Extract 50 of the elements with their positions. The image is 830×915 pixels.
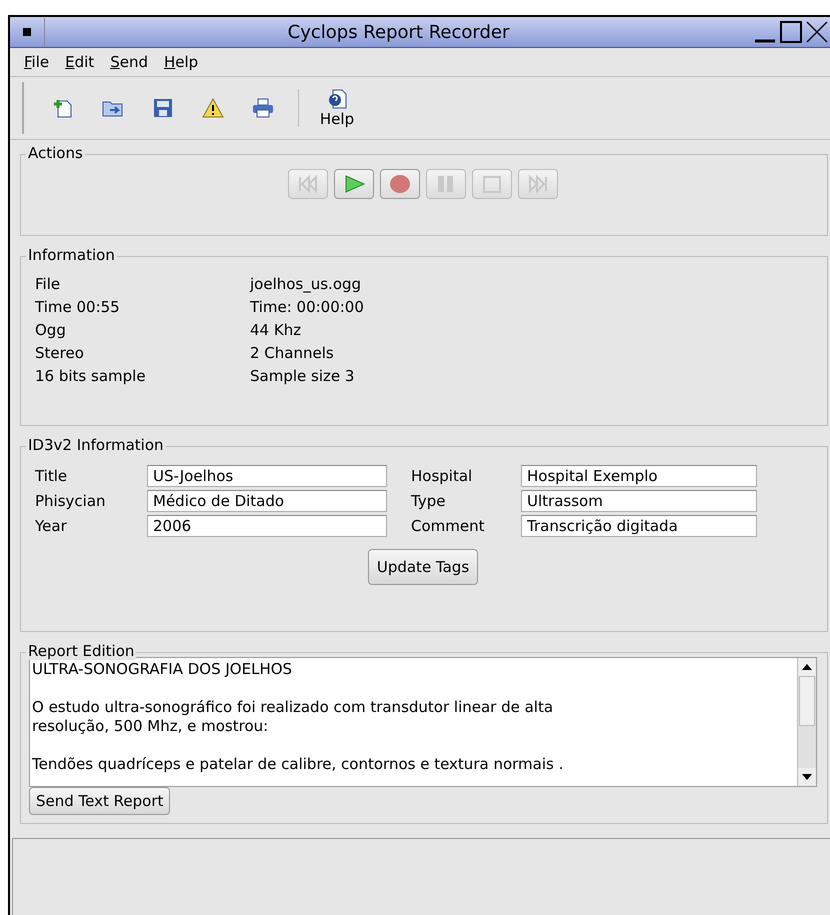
field-label: Phisycian: [35, 492, 107, 510]
forward-icon: [526, 174, 550, 194]
field-label: Type: [411, 492, 446, 510]
stop-icon: [480, 174, 504, 194]
field-label: Title: [35, 467, 68, 485]
menu-item[interactable]: Send: [104, 53, 154, 71]
record-button[interactable]: [380, 169, 420, 199]
help-button[interactable]: Help: [309, 85, 365, 131]
field-label: Year: [35, 517, 68, 535]
scrollbar-thumb[interactable]: [799, 676, 815, 726]
info-label: Ogg: [35, 321, 67, 339]
new-document-icon: [52, 97, 74, 119]
maximize-icon[interactable]: [778, 19, 804, 45]
tag-field[interactable]: Transcrição digitada: [521, 515, 757, 537]
report-text-line: Tendões quadríceps e patelar de calibre, contornos e textura normais .: [32, 755, 564, 774]
info-value: 44 Khz: [250, 321, 302, 339]
info-label: File: [35, 275, 62, 293]
info-value: joelhos_us.ogg: [250, 275, 362, 293]
field-label: Hospital: [411, 467, 474, 485]
send-text-report-button[interactable]: Send Text Report: [29, 787, 170, 815]
menu-item[interactable]: Edit: [59, 53, 100, 71]
scroll-down-icon[interactable]: [802, 774, 812, 780]
report-text-line: ULTRA-SONOGRAFIA DOS JOELHOS: [32, 660, 294, 679]
tag-field[interactable]: 2006: [147, 515, 387, 537]
window-title: Cyclops Report Recorder: [286, 22, 510, 42]
tag-field[interactable]: Hospital Exemplo: [521, 465, 757, 487]
update-tags-button[interactable]: Update Tags: [368, 549, 478, 585]
menu-item[interactable]: File: [18, 53, 56, 71]
scroll-up-icon[interactable]: [802, 664, 812, 670]
menu-item[interactable]: Help: [158, 53, 204, 71]
report-text-line: O estudo ultra-sonográfico foi realizado com transdutor linear de alta: [32, 698, 554, 717]
play-button[interactable]: [334, 169, 374, 199]
tag-field[interactable]: US-Joelhos: [147, 465, 387, 487]
info-label: Stereo: [35, 344, 85, 362]
tag-field[interactable]: Ultrassom: [521, 490, 757, 512]
printer-icon: [252, 98, 274, 118]
info-value: Time: 00:00:00: [250, 298, 365, 316]
report-text-line: resolução, 500 Mhz, e mostrou:: [32, 717, 270, 736]
rewind-icon: [296, 174, 320, 194]
info-label: Time 00:55: [35, 298, 121, 316]
help-document-icon: [326, 88, 348, 110]
info-value: Sample size 3: [250, 367, 356, 385]
warning-icon: [202, 98, 224, 118]
record-icon: [388, 174, 412, 194]
tag-field[interactable]: Médico de Ditado: [147, 490, 387, 512]
info-value: 2 Channels: [250, 344, 335, 362]
close-icon[interactable]: [804, 19, 830, 45]
field-label: Comment: [411, 517, 486, 535]
group-title: Report Edition: [26, 642, 136, 660]
info-label: 16 bits sample: [35, 367, 147, 385]
